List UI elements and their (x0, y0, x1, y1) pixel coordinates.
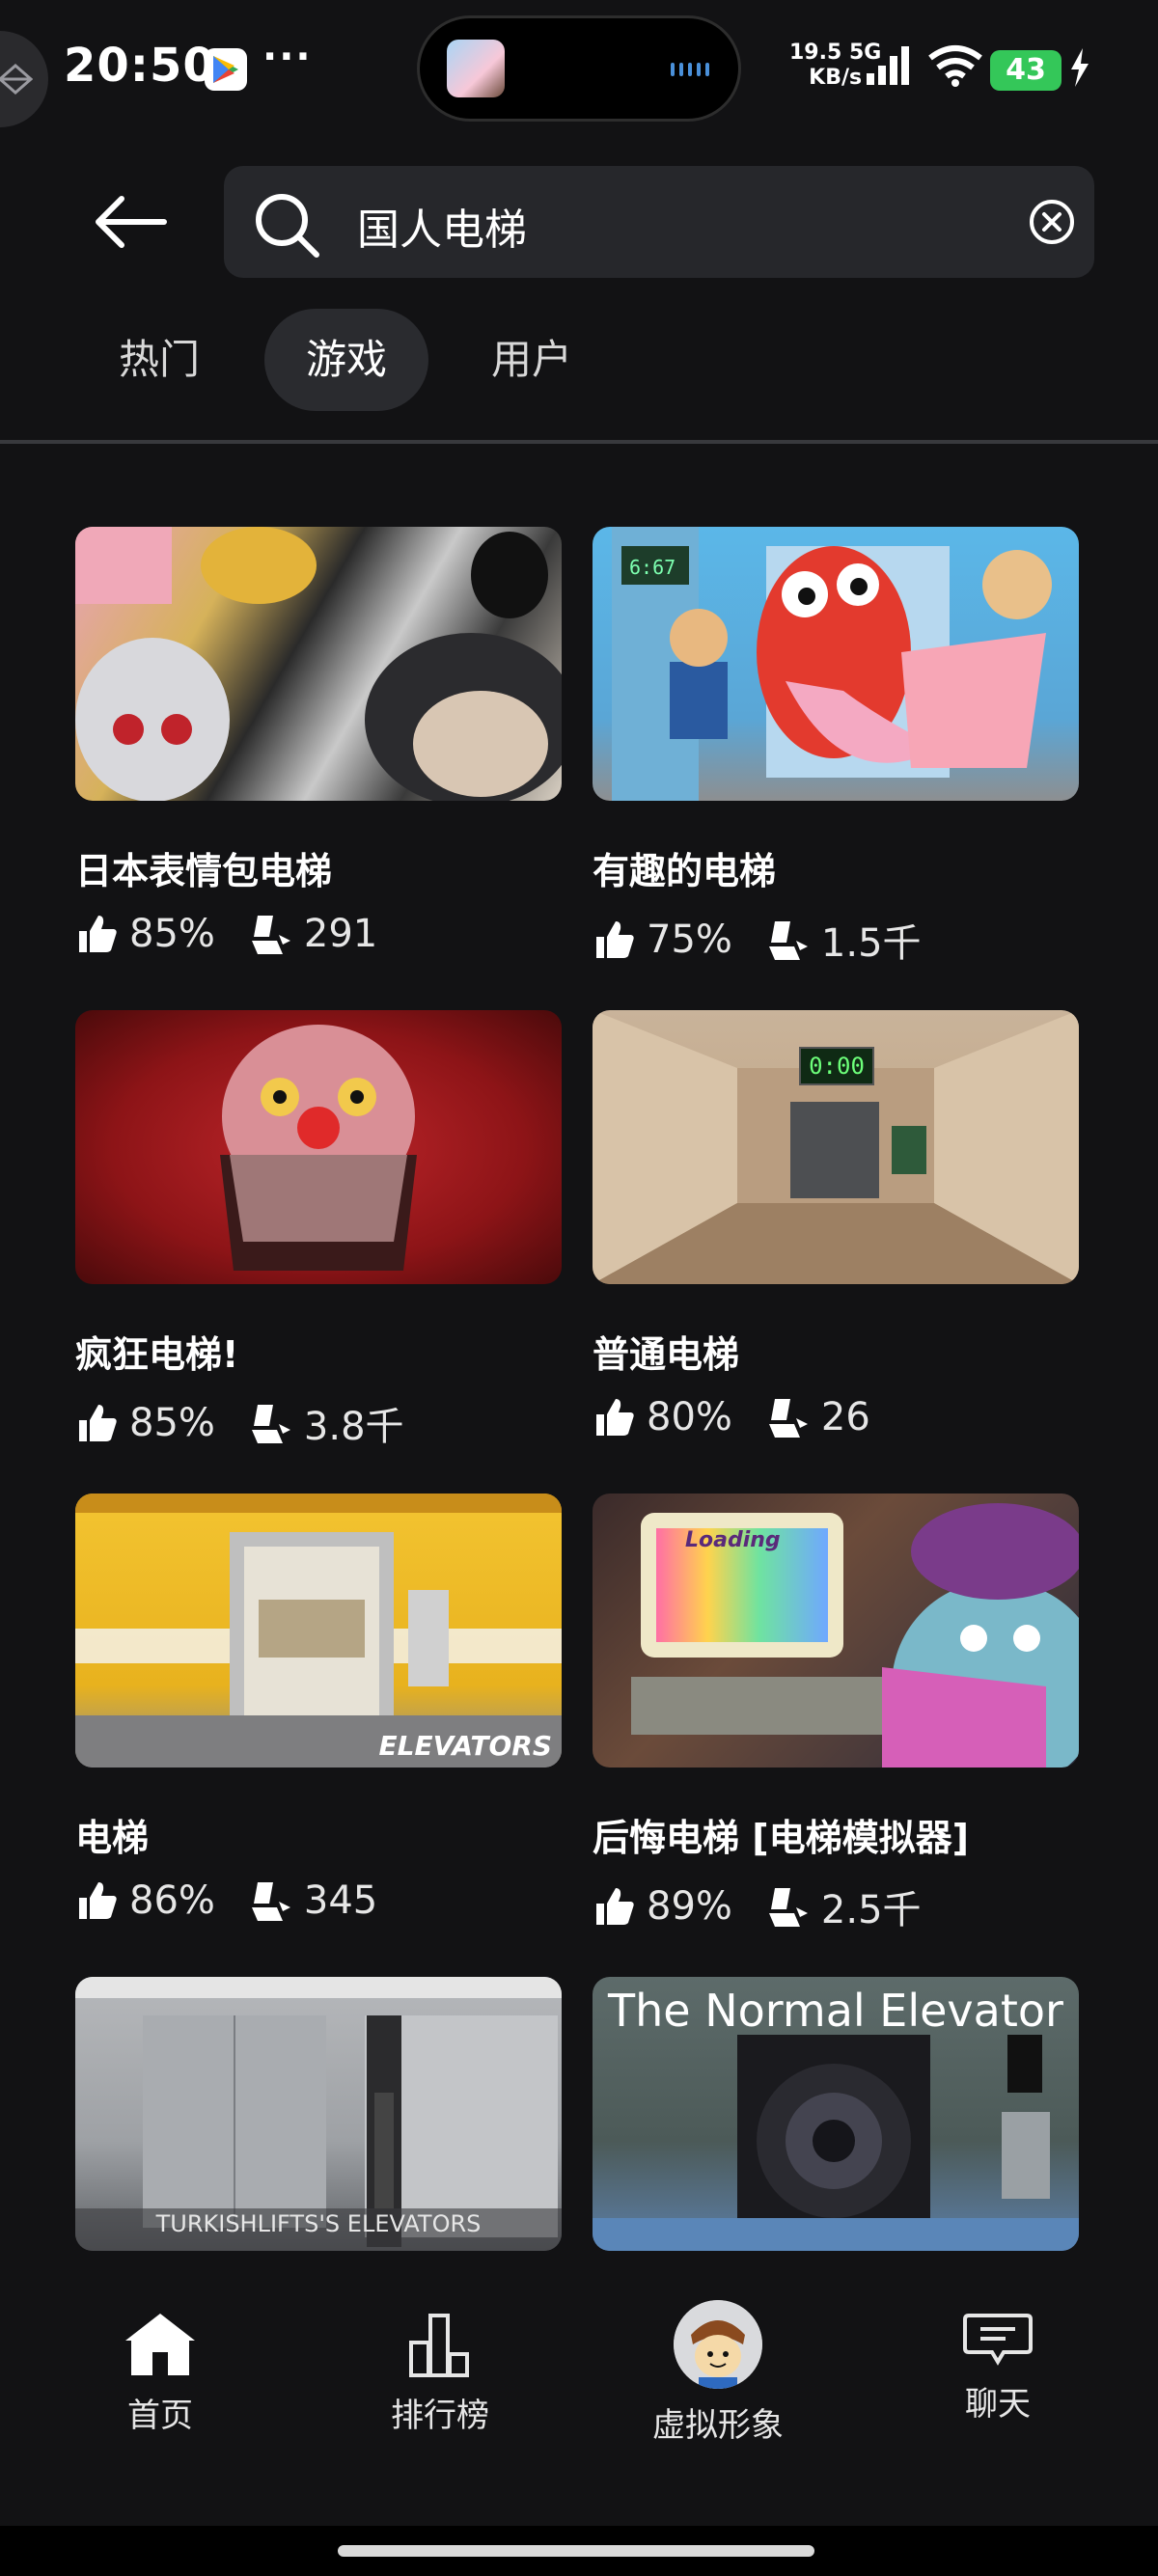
status-time: 20:50 (64, 39, 216, 93)
game-stats: 80% 26 (593, 1395, 1079, 1439)
game-stats: 86% 345 (75, 1878, 562, 1923)
game-card[interactable]: 6:67 有趣的电梯 75% 1.5千 (593, 527, 1079, 968)
category-tabs: 热门 游戏 用户 (0, 309, 1158, 415)
charging-icon (1071, 48, 1089, 87)
players-icon (768, 921, 808, 960)
rating-value: 85% (129, 1401, 215, 1445)
game-title: 日本表情包电梯 (75, 850, 333, 892)
nav-avatar[interactable]: 虚拟形象 (612, 2300, 824, 2446)
players-value: 3.8千 (303, 1405, 404, 1449)
game-thumbnail: The Normal Elevator (593, 1977, 1079, 2251)
game-title: 疯狂电梯! (75, 1333, 239, 1376)
game-thumbnail: ELEVATORS (75, 1494, 562, 1768)
nav-home-label: 首页 (127, 2397, 193, 2435)
thumbnail-caption: ELEVATORS (378, 1730, 552, 1762)
thumbs-up-icon (596, 1399, 634, 1436)
signal-icon (867, 46, 909, 85)
game-stats: 89% 2.5千 (593, 1878, 1079, 1934)
nav-chat[interactable]: 聊天 (892, 2306, 1104, 2425)
home-indicator[interactable] (338, 2545, 814, 2557)
game-title: 电梯 (75, 1817, 150, 1859)
audio-wave-icon (671, 63, 709, 76)
status-bar: 20:50 ··· 19.5 5G KB/s 43 (0, 0, 1158, 145)
chat-icon (963, 2314, 1033, 2366)
play-store-icon (205, 48, 247, 91)
home-icon (125, 2314, 195, 2375)
nav-chat-label: 聊天 (965, 2385, 1031, 2424)
players-icon (251, 916, 290, 954)
avatar-icon (674, 2300, 762, 2389)
thumbs-up-icon (596, 921, 634, 958)
players-value: 26 (820, 1395, 870, 1439)
tabs-divider (0, 440, 1158, 444)
search-query: 国人电梯 (357, 206, 527, 255)
game-thumbnail: 6:67 (593, 527, 1079, 801)
thumbnail-caption: The Normal Elevator (608, 1985, 1063, 2037)
back-button[interactable] (93, 193, 170, 251)
thumbs-up-icon (596, 1888, 634, 1925)
music-cover-icon (447, 40, 505, 97)
nav-avatar-label: 虚拟形象 (652, 2406, 784, 2445)
tab-popular[interactable]: 热门 (89, 309, 230, 411)
players-icon (251, 1405, 290, 1443)
rating-value: 80% (647, 1395, 732, 1439)
thumbnail-caption: TURKISHLIFTS'S ELEVATORS (155, 2210, 482, 2237)
players-value: 345 (303, 1878, 378, 1923)
dynamic-island[interactable] (417, 15, 741, 122)
rating-value: 75% (647, 918, 732, 962)
game-card[interactable]: ELEVATORS 电梯 86% 345 (75, 1494, 562, 1923)
thumbs-up-icon (79, 1405, 117, 1441)
players-icon (251, 1882, 290, 1921)
game-thumbnail (75, 1010, 562, 1284)
players-value: 2.5千 (820, 1888, 922, 1932)
players-icon (768, 1399, 808, 1438)
elevator-timer-display: 0:00 (799, 1047, 874, 1085)
game-title: 有趣的电梯 (593, 850, 777, 892)
search-input[interactable]: 国人电梯 (224, 166, 1094, 278)
thumbs-up-icon (79, 1882, 117, 1919)
players-value: 291 (303, 912, 378, 956)
game-stats: 85% 3.8千 (75, 1395, 562, 1451)
game-card[interactable]: 疯狂电梯! 85% 3.8千 (75, 1010, 562, 1451)
elevator-floor-display: 6:67 (629, 556, 676, 579)
rating-value: 85% (129, 912, 215, 956)
wifi-icon (928, 45, 982, 87)
nav-home[interactable]: 首页 (54, 2306, 266, 2436)
game-thumbnail: TURKISHLIFTS'S ELEVATORS (75, 1977, 562, 2251)
floating-app-icon[interactable] (0, 31, 48, 127)
players-value: 1.5千 (820, 921, 922, 966)
clear-search-icon[interactable] (1029, 199, 1075, 245)
game-card[interactable]: 0:00 普通电梯 80% 26 (593, 1010, 1079, 1439)
tab-users[interactable]: 用户 (461, 309, 602, 411)
game-thumbnail: 0:00 (593, 1010, 1079, 1284)
game-thumbnail: Loading (593, 1494, 1079, 1768)
thumbs-up-icon (79, 916, 117, 952)
players-icon (768, 1888, 808, 1927)
game-stats: 75% 1.5千 (593, 912, 1079, 968)
game-stats: 85% 291 (75, 912, 562, 956)
battery-indicator: 43 (990, 50, 1062, 91)
arrow-left-icon (96, 196, 167, 248)
rating-value: 86% (129, 1878, 215, 1923)
game-title: 普通电梯 (593, 1333, 740, 1376)
game-thumbnail (75, 527, 562, 801)
rating-value: 89% (647, 1884, 732, 1929)
tab-games[interactable]: 游戏 (264, 309, 428, 411)
game-title: 后悔电梯 [电梯模拟器] (593, 1817, 969, 1859)
leaderboard-icon (409, 2314, 469, 2377)
game-card[interactable]: Loading 后悔电梯 [电梯模拟器] 89% 2.5千 (593, 1494, 1079, 1934)
game-card[interactable]: The Normal Elevator (593, 1977, 1079, 2251)
game-card[interactable]: 日本表情包电梯 85% 291 (75, 527, 562, 956)
nav-leaderboard-label: 排行榜 (391, 2397, 489, 2435)
more-notifications-icon: ··· (262, 35, 313, 79)
nav-leaderboard[interactable]: 排行榜 (334, 2306, 546, 2436)
game-card[interactable]: TURKISHLIFTS'S ELEVATORS (75, 1977, 562, 2251)
search-icon (256, 194, 319, 258)
thumbnail-caption: Loading (685, 1528, 781, 1552)
bottom-navigation: 首页 排行榜 虚拟形象 聊天 (0, 2277, 1158, 2526)
